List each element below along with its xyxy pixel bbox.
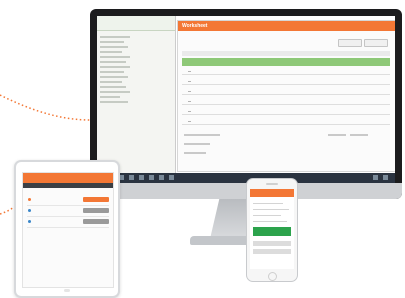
phone-speaker [266, 183, 278, 185]
desktop-monitor: Worksheet [90, 9, 402, 199]
phone-action-button[interactable] [253, 227, 291, 236]
phone-text-line [253, 209, 289, 210]
phone-secondary-button[interactable] [253, 249, 291, 254]
row-marker [188, 91, 191, 92]
spreadsheet-row [100, 66, 130, 68]
tablet-list-item[interactable] [27, 195, 109, 206]
spreadsheet-ribbon [97, 16, 175, 31]
tablet-app-header [23, 173, 113, 183]
circle-icon [28, 198, 31, 201]
circle-icon [28, 209, 31, 212]
spreadsheet-row [100, 51, 122, 53]
row-marker [188, 81, 191, 82]
taskbar-icon[interactable] [139, 175, 144, 180]
tablet-list-item[interactable] [27, 217, 109, 228]
connector-to-monitor [0, 94, 91, 121]
table-row[interactable] [182, 74, 390, 75]
status-badge [83, 208, 109, 213]
pagination[interactable] [350, 134, 368, 136]
app-header-bar: Worksheet [178, 21, 395, 31]
tablet-screen [22, 172, 114, 288]
row-marker [188, 121, 191, 122]
spreadsheet-row [100, 86, 126, 88]
phone-screen [250, 189, 294, 269]
spreadsheet-row [100, 71, 124, 73]
row-marker [188, 101, 191, 102]
phone-secondary-button[interactable] [253, 241, 291, 246]
app-action-button[interactable] [338, 39, 362, 47]
table-row[interactable] [182, 84, 390, 85]
phone-text-line [253, 215, 281, 216]
table-row[interactable] [182, 94, 390, 95]
table-header [182, 51, 390, 56]
app-logo: Worksheet [182, 23, 208, 29]
taskbar-icon[interactable] [159, 175, 164, 180]
phone-text-line [253, 203, 283, 204]
pagination[interactable] [328, 134, 346, 136]
table-row[interactable] [182, 104, 390, 105]
spreadsheet-row [100, 76, 128, 78]
footer-text [184, 152, 206, 154]
tray-icon[interactable] [373, 175, 378, 180]
table-row[interactable] [182, 124, 390, 125]
monitor-screen: Worksheet [97, 16, 395, 183]
phone-home-button[interactable] [268, 272, 277, 281]
spreadsheet-window [97, 16, 176, 173]
spreadsheet-row [100, 61, 126, 63]
row-marker [188, 111, 191, 112]
spreadsheet-row [100, 56, 130, 58]
spreadsheet-row [100, 36, 130, 38]
web-app-window: Worksheet [177, 20, 395, 172]
spreadsheet-row [100, 41, 124, 43]
spreadsheet-row [100, 101, 128, 103]
taskbar-icon[interactable] [169, 175, 174, 180]
phone-app-header [250, 189, 294, 197]
phone-device [246, 178, 298, 282]
status-badge [83, 219, 109, 224]
connector-to-tablet [0, 206, 15, 215]
tablet-list-item[interactable] [27, 206, 109, 217]
table-row-selected[interactable] [182, 58, 390, 66]
table-row[interactable] [182, 114, 390, 115]
spreadsheet-row [100, 81, 122, 83]
tray-icon[interactable] [383, 175, 388, 180]
taskbar-icon[interactable] [149, 175, 154, 180]
tablet-home-button[interactable] [64, 289, 70, 292]
tablet-device [14, 160, 120, 298]
spreadsheet-row [100, 91, 130, 93]
taskbar-icon[interactable] [129, 175, 134, 180]
spreadsheet-row [100, 46, 128, 48]
phone-text-line [253, 221, 287, 222]
circle-icon [28, 220, 31, 223]
row-marker [188, 71, 191, 72]
spreadsheet-row [100, 96, 120, 98]
tablet-app-subheader [23, 183, 113, 188]
footer-text [184, 143, 210, 145]
status-badge [83, 197, 109, 202]
app-action-button[interactable] [364, 39, 388, 47]
table-footer-text [184, 134, 220, 136]
